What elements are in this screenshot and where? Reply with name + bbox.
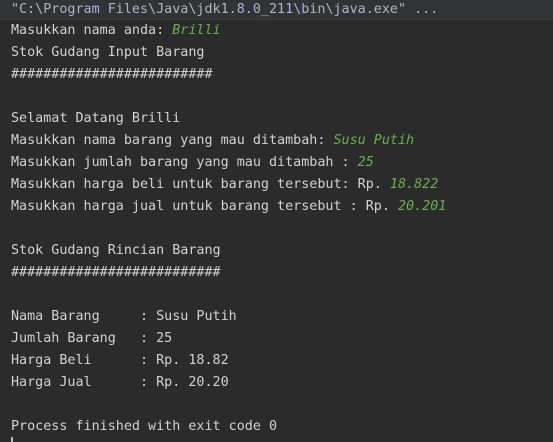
user-input-sell-price: 20.201 bbox=[397, 199, 447, 214]
text-cursor bbox=[11, 437, 13, 442]
console-line-welcome: Selamat Datang Brilli bbox=[11, 111, 181, 126]
console-line-sell-price-prompt: Masukkan harga jual untuk barang tersebu… bbox=[11, 196, 446, 218]
console-line-buy-price-prompt: Masukkan harga beli untuk barang tersebu… bbox=[11, 174, 438, 196]
prompt-text: Masukkan harga beli untuk barang tersebu… bbox=[11, 177, 390, 192]
user-input-item-name: Susu Putih bbox=[333, 133, 415, 148]
console-line-item-name-prompt: Masukkan nama barang yang mau ditambah: … bbox=[11, 130, 414, 152]
prompt-text: Masukkan harga jual untuk barang tersebu… bbox=[11, 199, 398, 214]
console-line-quantity: Jumlah Barang : 25 bbox=[11, 331, 173, 346]
console-line-item-name: Nama Barang : Susu Putih bbox=[11, 309, 237, 324]
run-console-output[interactable]: "C:\Program Files\Java\jdk1.8.0_211\bin\… bbox=[0, 0, 553, 442]
user-input-buy-price: 18.822 bbox=[389, 177, 439, 192]
user-input-quantity: 25 bbox=[357, 155, 374, 170]
console-line-details-title: Stok Gudang Rincian Barang bbox=[11, 243, 221, 258]
console-line-sell-price: Harga Jual : Rp. 20.20 bbox=[11, 375, 229, 390]
user-input-name: Brilli bbox=[172, 23, 221, 38]
console-line-quantity-prompt: Masukkan jumlah barang yang mau ditambah… bbox=[11, 152, 374, 174]
console-line-separator: ########################## bbox=[11, 265, 221, 280]
prompt-text: Masukkan nama anda: bbox=[11, 23, 173, 38]
console-line-name-prompt: Masukkan nama anda: Brilli bbox=[11, 20, 221, 42]
prompt-text: Masukkan nama barang yang mau ditambah: bbox=[11, 133, 334, 148]
console-line-buy-price: Harga Beli : Rp. 18.82 bbox=[11, 353, 229, 368]
console-line-input-title: Stok Gudang Input Barang bbox=[11, 45, 205, 60]
console-line-separator: ######################### bbox=[11, 67, 213, 82]
java-command-line: "C:\Program Files\Java\jdk1.8.0_211\bin\… bbox=[0, 0, 553, 20]
prompt-text: Masukkan jumlah barang yang mau ditambah… bbox=[11, 155, 358, 170]
console-line-exit-code: Process finished with exit code 0 bbox=[11, 419, 278, 434]
